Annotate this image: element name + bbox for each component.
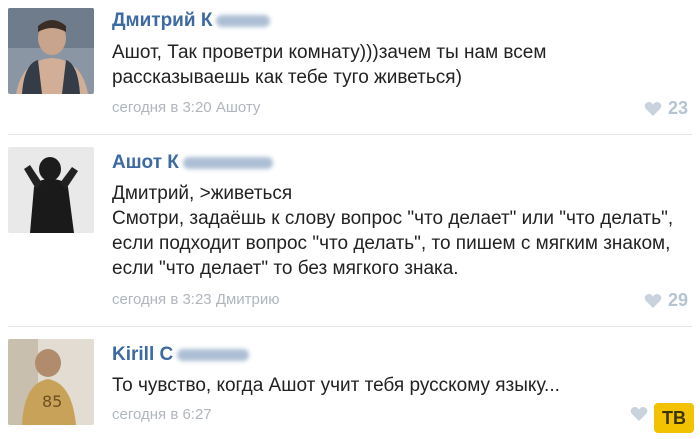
- comment-1: Дмитрий К Ашот, Так проветри комнату)))з…: [0, 0, 700, 134]
- comment-text: Ашот, Так проветри комнату)))зачем ты на…: [112, 42, 547, 88]
- author-name[interactable]: Дмитрий К: [112, 10, 271, 32]
- comment-meta[interactable]: сегодня в 3:23 Дмитрию: [112, 291, 280, 308]
- comment-text: Дмитрий, >живеться Смотри, задаёшь к сло…: [112, 183, 674, 279]
- redacted-surname: [177, 348, 250, 361]
- comment-text: То чувство, когда Ашот учит тебя русском…: [112, 375, 560, 396]
- comment-meta[interactable]: сегодня в 3:20 Ашоту: [112, 99, 260, 116]
- heart-icon: [644, 101, 662, 116]
- heart-icon: [644, 293, 662, 308]
- watermark-logo: ТВ: [654, 403, 694, 433]
- comment-2: Ашот К Дмитрий, >живеться Смотри, задаёш…: [0, 135, 700, 326]
- svg-text:85: 85: [42, 392, 62, 411]
- like-button[interactable]: [630, 406, 648, 422]
- like-button[interactable]: 29: [644, 290, 688, 311]
- avatar[interactable]: [8, 147, 94, 233]
- avatar[interactable]: 85: [8, 339, 94, 425]
- like-count: 23: [667, 98, 688, 118]
- heart-icon: [630, 407, 648, 421]
- redacted-surname: [182, 156, 273, 169]
- comment-meta[interactable]: сегодня в 6:27: [112, 406, 212, 423]
- redacted-surname: [216, 14, 271, 27]
- avatar[interactable]: [8, 8, 94, 94]
- comment-3: 85 Kirill C То чувство, когда Ашот учит …: [0, 327, 700, 439]
- like-count: 29: [667, 290, 688, 310]
- author-name[interactable]: Ашот К: [112, 152, 273, 174]
- like-button[interactable]: 23: [644, 98, 688, 119]
- author-name[interactable]: Kirill C: [112, 344, 250, 366]
